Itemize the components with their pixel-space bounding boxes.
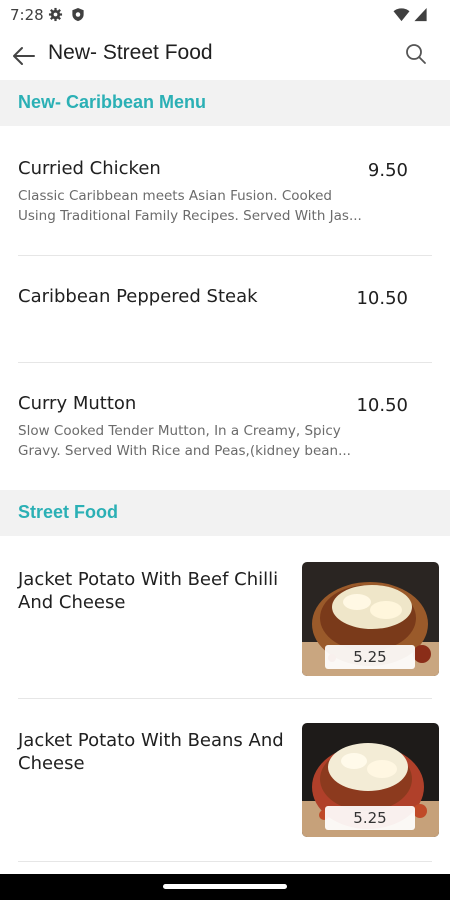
home-indicator[interactable] — [163, 884, 287, 889]
menu-item-jacket-potato-chilli[interactable]: Jacket Potato With Beef Chilli And Chees… — [0, 536, 450, 698]
app-bar: New- Street Food — [0, 30, 450, 80]
food-image: 5.25 — [302, 723, 439, 837]
back-arrow-icon — [13, 47, 35, 65]
menu-item-jacket-potato-beans[interactable]: Jacket Potato With Beans And Cheese 5.25 — [0, 699, 450, 861]
shield-icon — [72, 7, 84, 22]
item-description: Classic Caribbean meets Asian Fusion. Co… — [18, 188, 362, 224]
status-right-icons — [393, 7, 428, 22]
divider — [18, 861, 432, 862]
system-navigation-bar — [0, 874, 450, 900]
back-button[interactable] — [10, 42, 38, 70]
item-name: Curry Mutton — [18, 393, 137, 414]
section-header-caribbean: New- Caribbean Menu — [0, 80, 450, 126]
wifi-icon — [393, 8, 410, 22]
settings-gear-icon — [48, 7, 63, 22]
item-price: 10.50 — [356, 395, 408, 416]
section-title: Street Food — [18, 502, 119, 522]
item-price: 10.50 — [356, 288, 408, 309]
status-time: 7:28 — [10, 6, 44, 24]
item-name: Jacket Potato With Beef Chilli And Chees… — [18, 569, 279, 613]
price-badge: 5.25 — [325, 645, 415, 669]
item-name: Caribbean Peppered Steak — [18, 286, 258, 307]
item-name: Curried Chicken — [18, 158, 161, 179]
search-icon — [406, 44, 426, 64]
menu-item-curried-chicken[interactable]: Curried Chicken 9.50 Classic Caribbean m… — [0, 126, 450, 255]
price-badge: 5.25 — [325, 806, 415, 830]
search-button[interactable] — [404, 42, 428, 66]
status-bar: 7:28 — [0, 0, 450, 30]
menu-item-peppered-steak[interactable]: Caribbean Peppered Steak 10.50 — [0, 256, 450, 362]
item-description: Slow Cooked Tender Mutton, In a Creamy, … — [18, 423, 351, 459]
item-name: Jacket Potato With Beans And Cheese — [18, 730, 284, 774]
menu-item-curry-mutton[interactable]: Curry Mutton 10.50 Slow Cooked Tender Mu… — [0, 363, 450, 490]
item-price: 9.50 — [367, 160, 408, 181]
food-image: 5.25 — [302, 562, 439, 676]
page-title: New- Street Food — [48, 41, 213, 64]
section-title: New- Caribbean Menu — [18, 92, 207, 112]
signal-icon — [414, 7, 427, 22]
section-header-street-food: Street Food — [0, 490, 450, 536]
status-left-icons — [48, 7, 85, 22]
